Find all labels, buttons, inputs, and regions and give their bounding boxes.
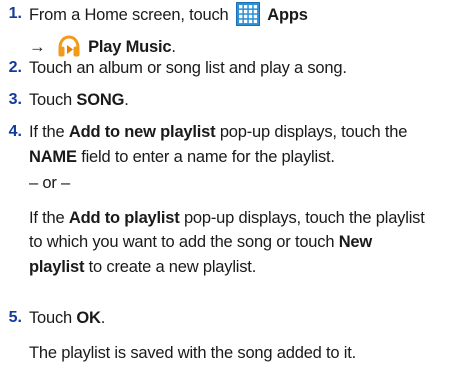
apps-grid-icon xyxy=(235,2,260,34)
add-to-new-playlist-label: Add to new playlist xyxy=(68,123,216,141)
step-text-before: Touch xyxy=(29,309,73,327)
song-label: SONG xyxy=(76,91,125,109)
play-music-label: Play Music xyxy=(88,37,172,56)
text: If the xyxy=(29,208,65,227)
step-number: 2. xyxy=(8,59,22,76)
text: to create a new playlist. xyxy=(88,257,257,276)
step-number: 5. xyxy=(8,309,22,326)
step-text-before: Touch xyxy=(29,91,73,109)
period: . xyxy=(171,37,176,56)
text: If the xyxy=(29,123,65,141)
result-text: The playlist is saved with the song adde… xyxy=(29,343,357,362)
arrow-icon: → xyxy=(29,37,46,56)
step-text-after: . xyxy=(124,91,129,109)
step-number: 4. xyxy=(8,123,22,140)
new-label: New xyxy=(338,233,373,251)
step-text: If the Add to new playlist pop-up displa… xyxy=(29,120,466,279)
apps-label: Apps xyxy=(267,6,308,24)
text: to which you want to add the song or tou… xyxy=(29,233,335,251)
text: pop-up displays, touch the playlist xyxy=(183,208,425,227)
add-to-playlist-label: Add to playlist xyxy=(68,208,180,227)
step-number: 1. xyxy=(8,5,22,22)
step-text-after: . xyxy=(100,309,106,327)
step-text: Touch SONG. xyxy=(29,88,466,113)
step-text: Touch OK. The playlist is saved with the… xyxy=(29,306,466,365)
step-text-before: From a Home screen, touch xyxy=(29,6,229,24)
text: field to enter a name for the playlist. xyxy=(81,147,335,166)
step-text-line: Touch an album or song list and play a s… xyxy=(29,59,347,77)
name-field-label: NAME xyxy=(29,147,77,166)
text: pop-up displays, touch the xyxy=(219,123,408,141)
instructions-document: 1. From a Home screen, touch Apps → Play… xyxy=(0,0,472,376)
step-number: 3. xyxy=(8,91,22,108)
playlist-label: playlist xyxy=(29,257,85,276)
or-separator: – or – xyxy=(29,174,70,192)
ok-label: OK xyxy=(76,309,101,327)
step-text: Touch an album or song list and play a s… xyxy=(29,56,466,81)
